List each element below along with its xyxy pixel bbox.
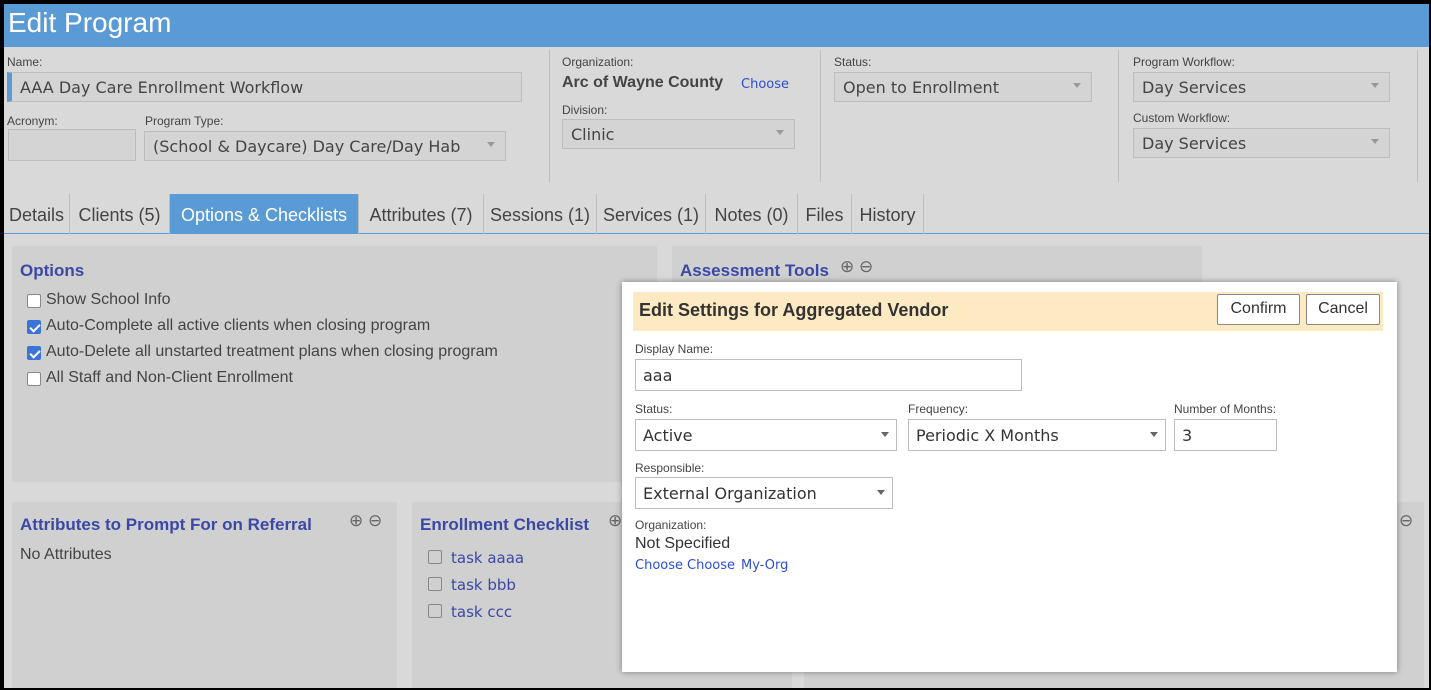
chevron-down-icon: [1073, 83, 1081, 88]
tab-services[interactable]: Services (1): [597, 194, 706, 234]
tab-clients[interactable]: Clients (5): [70, 194, 170, 234]
tab-options-checklists[interactable]: Options & Checklists: [170, 194, 359, 234]
name-label: Name:: [7, 55, 43, 69]
add-icon[interactable]: ⊕: [349, 511, 363, 531]
program-workflow-label: Program Workflow:: [1133, 55, 1235, 69]
remove-icon[interactable]: ⊖: [859, 257, 873, 277]
divider: [820, 50, 821, 182]
responsible-value: External Organization: [643, 484, 817, 503]
chevron-down-icon: [487, 142, 495, 147]
months-input[interactable]: 3: [1174, 419, 1277, 451]
status-label: Status:: [635, 402, 673, 416]
acronym-label: Acronym:: [7, 114, 58, 128]
show-school-info-label: Show School Info: [46, 291, 171, 308]
divider: [1417, 50, 1418, 182]
remove-icon[interactable]: ⊖: [368, 511, 382, 531]
organization-choose-link[interactable]: Choose: [741, 77, 789, 92]
cancel-button[interactable]: Cancel: [1306, 294, 1380, 325]
status-value: Open to Enrollment: [843, 78, 999, 97]
custom-workflow-value: Day Services: [1142, 134, 1247, 153]
divider: [549, 50, 550, 182]
custom-workflow-label: Custom Workflow:: [1133, 111, 1231, 125]
title-bar: Edit Program: [4, 4, 1429, 47]
chevron-down-icon: [776, 130, 784, 135]
chevron-down-icon: [881, 432, 889, 437]
program-type-select[interactable]: (School & Daycare) Day Care/Day Hab: [144, 131, 506, 161]
auto-complete-checkbox[interactable]: [27, 320, 41, 334]
task-link[interactable]: task bbb: [451, 576, 516, 594]
task-link[interactable]: task aaaa: [451, 549, 524, 567]
months-label: Number of Months:: [1174, 402, 1277, 416]
auto-delete-label: Auto-Delete all unstarted treatment plan…: [46, 343, 498, 360]
app-window: Edit Program Name: AAA Day Care Enrollme…: [4, 4, 1429, 688]
frequency-select[interactable]: Periodic X Months: [908, 419, 1166, 451]
my-org-link[interactable]: My-Org: [741, 558, 788, 573]
no-attributes-text: No Attributes: [20, 546, 112, 563]
page-title: Edit Program: [8, 7, 172, 38]
tab-details[interactable]: Details: [4, 194, 70, 234]
organization-label: Organization:: [562, 55, 634, 69]
program-workflow-value: Day Services: [1142, 78, 1247, 97]
show-school-info-checkbox[interactable]: [27, 294, 41, 308]
program-type-label: Program Type:: [145, 114, 224, 128]
enrollment-checklist-heading: Enrollment Checklist: [420, 515, 590, 534]
display-name-input[interactable]: aaa: [635, 359, 1022, 391]
choose-link[interactable]: Choose: [635, 558, 683, 573]
tab-sessions[interactable]: Sessions (1): [484, 194, 597, 234]
responsible-label: Responsible:: [635, 461, 705, 475]
custom-workflow-select[interactable]: Day Services: [1133, 128, 1390, 158]
tab-history[interactable]: History: [852, 194, 924, 234]
tab-bar: Details Clients (5) Options & Checklists…: [4, 194, 1429, 234]
task-checkbox[interactable]: [428, 550, 442, 564]
program-type-value: (School & Daycare) Day Care/Day Hab: [153, 137, 461, 156]
status-value: Active: [643, 426, 693, 445]
task-link[interactable]: task ccc: [451, 603, 512, 621]
edit-settings-modal: Edit Settings for Aggregated Vendor Conf…: [622, 282, 1397, 672]
acronym-input[interactable]: [8, 129, 136, 161]
modal-title: Edit Settings for Aggregated Vendor: [639, 300, 949, 320]
task-checkbox[interactable]: [428, 604, 442, 618]
attributes-prompt-heading: Attributes to Prompt For on Referral: [20, 515, 312, 534]
all-staff-checkbox[interactable]: [27, 372, 41, 386]
status-label: Status:: [834, 55, 872, 69]
organization-label: Organization:: [635, 518, 707, 532]
chevron-down-icon: [1371, 83, 1379, 88]
modal-header: Edit Settings for Aggregated Vendor Conf…: [633, 292, 1383, 331]
chevron-down-icon: [1371, 139, 1379, 144]
confirm-button[interactable]: Confirm: [1217, 294, 1300, 325]
division-label: Division:: [562, 103, 608, 117]
tab-attributes[interactable]: Attributes (7): [359, 194, 484, 234]
name-input[interactable]: AAA Day Care Enrollment Workflow: [7, 72, 522, 102]
program-workflow-select[interactable]: Day Services: [1133, 72, 1390, 102]
chevron-down-icon: [877, 490, 885, 495]
options-heading: Options: [20, 261, 85, 280]
organization-value: Arc of Wayne County: [562, 74, 724, 91]
status-select[interactable]: Active: [635, 419, 897, 451]
frequency-value: Periodic X Months: [916, 426, 1059, 445]
add-icon[interactable]: ⊕: [608, 511, 622, 531]
options-panel: [12, 246, 657, 482]
division-select[interactable]: Clinic: [562, 119, 795, 149]
division-value: Clinic: [571, 125, 615, 144]
all-staff-label: All Staff and Non-Client Enrollment: [46, 369, 293, 386]
auto-delete-checkbox[interactable]: [27, 346, 41, 360]
responsible-select[interactable]: External Organization: [635, 477, 893, 509]
tab-files[interactable]: Files: [798, 194, 852, 234]
organization-value: Not Specified: [635, 535, 731, 552]
auto-complete-label: Auto-Complete all active clients when cl…: [46, 317, 431, 334]
remove-icon[interactable]: ⊖: [1399, 511, 1413, 531]
divider: [1118, 50, 1119, 182]
tab-notes[interactable]: Notes (0): [706, 194, 798, 234]
status-select[interactable]: Open to Enrollment: [834, 72, 1092, 102]
task-checkbox[interactable]: [428, 577, 442, 591]
frequency-label: Frequency:: [908, 402, 969, 416]
add-icon[interactable]: ⊕: [840, 257, 854, 277]
chevron-down-icon: [1150, 432, 1158, 437]
assessment-tools-heading: Assessment Tools: [680, 261, 829, 280]
display-name-label: Display Name:: [635, 342, 714, 356]
choose-link[interactable]: Choose: [687, 558, 735, 573]
